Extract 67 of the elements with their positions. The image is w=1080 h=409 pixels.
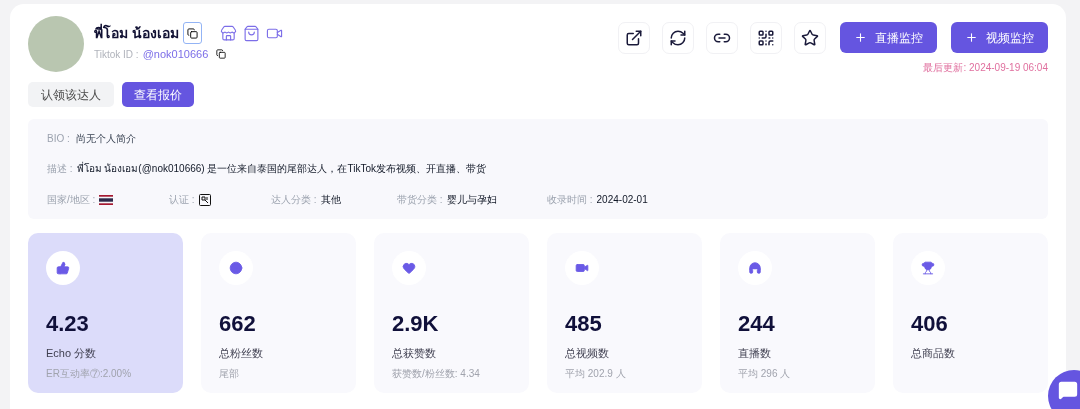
- thumbs-up-icon: [56, 261, 70, 275]
- share-button[interactable]: [618, 22, 650, 54]
- stat-value: 244: [738, 313, 776, 335]
- chat-icon: [1058, 380, 1078, 400]
- stat-note: 平均 202.9 人: [565, 366, 627, 381]
- copy-icon: [186, 27, 198, 39]
- stat-value: 2.9K: [392, 313, 440, 335]
- bio-label: BIO :: [47, 132, 70, 146]
- field-label: 带货分类 :: [397, 193, 443, 207]
- field-label: 国家/地区 :: [47, 193, 96, 207]
- bag-icon[interactable]: [242, 24, 260, 42]
- copy-button[interactable]: [182, 22, 202, 44]
- stat-value: 4.23: [46, 313, 90, 335]
- star-button[interactable]: [794, 22, 826, 54]
- stat-label: 总粉丝数: [219, 346, 264, 361]
- creator-name: พี่โอม น้องเอม: [94, 22, 179, 43]
- stat-label: 总商品数: [911, 346, 956, 361]
- stat-label: 总视频数: [565, 346, 610, 361]
- field-value: 2024-02-01: [596, 193, 648, 207]
- share-icon: [625, 29, 643, 47]
- stat-value: 662: [219, 313, 257, 335]
- field-value: 其他: [320, 193, 341, 207]
- stat-label: Echo 分数: [46, 346, 98, 361]
- stat-card[interactable]: 406 总商品数: [893, 233, 1048, 393]
- stat-note: 平均 296 人: [738, 366, 792, 381]
- stat-card[interactable]: 4.23 Echo 分数 ER互动率⑦:2.00%: [28, 233, 183, 393]
- plus-icon: [854, 31, 867, 44]
- avatar-placeholder: [28, 16, 84, 72]
- description-text: พี่โอม น้องเอม(@nok010666) 是一位来自泰国的尾部达人，在TikTok发布视频、开直播、带货: [76, 161, 486, 176]
- flag-icon: [99, 194, 114, 205]
- stat-note: 尾部: [219, 366, 240, 381]
- monitor-button[interactable]: 直播监控: [840, 22, 937, 53]
- qr-code-button[interactable]: [750, 22, 782, 54]
- description-label: 描述 :: [47, 162, 73, 176]
- bio-text: 尚无个人简介: [75, 132, 136, 146]
- tiktok-id-label: Tiktok ID :: [94, 47, 139, 62]
- copy-icon[interactable]: [216, 49, 227, 60]
- link-button[interactable]: [706, 22, 738, 54]
- field-label: 认证 :: [169, 193, 195, 207]
- stat-value: 485: [565, 313, 603, 335]
- field-label: 收录时间 :: [547, 193, 593, 207]
- stat-label: 直播数: [738, 346, 772, 361]
- field-value: 婴儿与孕妇: [446, 193, 497, 207]
- claim-button[interactable]: 认领该达人: [28, 82, 114, 107]
- last-updated: 最后更新: 2024-09-19 06:04: [923, 61, 1048, 75]
- stat-card[interactable]: 485 总视频数 平均 202.9 人: [547, 233, 702, 393]
- refresh-icon: [669, 29, 687, 47]
- tiktok-id: @nok010666: [142, 47, 209, 62]
- shop-icon[interactable]: [219, 24, 237, 42]
- qr-code-icon: [757, 29, 775, 47]
- view-quote-button[interactable]: 查看报价: [122, 82, 194, 107]
- star-icon: [801, 29, 819, 47]
- refresh-button[interactable]: [662, 22, 694, 54]
- stat-note: 获赞数/粉丝数: 4.34: [392, 366, 481, 381]
- headphones-icon: [748, 261, 762, 275]
- video-camera-icon: [575, 261, 589, 275]
- plus-icon: [965, 31, 978, 44]
- stat-value: 406: [911, 313, 949, 335]
- heart-icon: [402, 261, 416, 275]
- stat-card[interactable]: 244 直播数 平均 296 人: [720, 233, 875, 393]
- field-label: 达人分类 :: [271, 193, 317, 207]
- stat-note: ER互动率⑦:2.00%: [46, 366, 133, 381]
- stat-label: 总获赞数: [392, 346, 437, 361]
- trophy-icon: [921, 261, 935, 275]
- stat-card[interactable]: 662 总粉丝数 尾部: [201, 233, 356, 393]
- stat-card[interactable]: 2.9K 总获赞数 获赞数/粉丝数: 4.34: [374, 233, 529, 393]
- monitor-button[interactable]: 视频监控: [951, 22, 1048, 53]
